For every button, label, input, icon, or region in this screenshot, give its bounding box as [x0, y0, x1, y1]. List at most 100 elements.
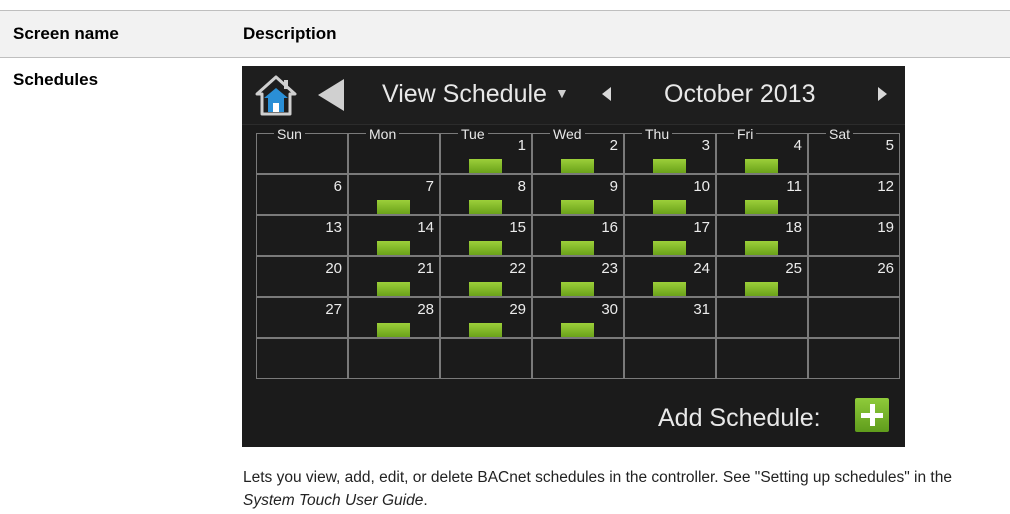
schedule-event-marker[interactable] — [653, 241, 686, 255]
schedule-event-marker[interactable] — [745, 241, 778, 255]
calendar-day-cell[interactable]: 10 — [624, 174, 716, 215]
column-header-description: Description — [243, 24, 337, 43]
schedule-event-marker[interactable] — [469, 200, 502, 214]
row-screen-name: Schedules — [13, 70, 99, 89]
calendar-day-cell[interactable]: 16 — [532, 215, 624, 256]
schedule-event-marker[interactable] — [377, 241, 410, 255]
calendar-day-cell[interactable]: 14 — [348, 215, 440, 256]
weekday-header: Thu — [642, 126, 673, 142]
day-number: 20 — [325, 260, 342, 277]
prev-month-icon[interactable] — [602, 87, 611, 101]
day-number: 26 — [877, 260, 894, 277]
day-number: 5 — [885, 137, 894, 154]
calendar-day-cell[interactable]: 21 — [348, 256, 440, 297]
home-icon[interactable] — [254, 74, 298, 116]
weekday-header: Mon — [366, 126, 400, 142]
calendar-day-cell[interactable]: 23 — [532, 256, 624, 297]
calendar-day-cell[interactable]: 17 — [624, 215, 716, 256]
day-number: 2 — [609, 137, 618, 154]
table-header-rule — [0, 57, 1010, 58]
day-number: 21 — [417, 260, 434, 277]
day-number: 22 — [509, 260, 526, 277]
calendar-day-cell[interactable]: 4 — [716, 133, 808, 174]
calendar-day-cell[interactable] — [532, 338, 624, 379]
calendar-day-cell[interactable]: 18 — [716, 215, 808, 256]
description-text: Lets you view, add, edit, or delete BACn… — [243, 469, 952, 486]
day-number: 10 — [693, 178, 710, 195]
day-number: 3 — [701, 137, 710, 154]
calendar-day-cell[interactable]: 22 — [440, 256, 532, 297]
calendar-day-cell[interactable]: 12 — [808, 174, 900, 215]
calendar-day-cell[interactable]: 27 — [256, 297, 348, 338]
calendar-grid: 1 2 3 4 5 6 7 8 9 10 11 12 13 14 15 16 17 18 19 20 21 22 23 24 2… — [256, 126, 901, 381]
schedule-event-marker[interactable] — [561, 323, 594, 337]
calendar-day-cell[interactable]: 19 — [808, 215, 900, 256]
day-number: 16 — [601, 219, 618, 236]
day-number: 24 — [693, 260, 710, 277]
schedule-event-marker[interactable] — [745, 200, 778, 214]
calendar-day-cell[interactable] — [716, 338, 808, 379]
calendar-day-cell[interactable] — [716, 297, 808, 338]
calendar-day-cell[interactable] — [808, 338, 900, 379]
calendar-day-cell[interactable]: 30 — [532, 297, 624, 338]
guide-title: System Touch User Guide — [243, 492, 424, 509]
calendar-day-cell[interactable] — [808, 297, 900, 338]
calendar-day-cell[interactable]: 7 — [348, 174, 440, 215]
calendar-day-cell[interactable]: 24 — [624, 256, 716, 297]
plus-icon[interactable] — [855, 398, 889, 432]
weekday-header: Wed — [550, 126, 585, 142]
day-number: 17 — [693, 219, 710, 236]
calendar-day-cell[interactable]: 5 — [808, 133, 900, 174]
calendar-day-cell[interactable] — [624, 338, 716, 379]
day-number: 9 — [609, 178, 618, 195]
schedule-event-marker[interactable] — [469, 323, 502, 337]
calendar-day-cell[interactable]: 9 — [532, 174, 624, 215]
view-schedule-dropdown[interactable]: View Schedule ▼ — [382, 80, 569, 109]
weekday-header: Sat — [826, 126, 854, 142]
calendar-day-cell[interactable]: 8 — [440, 174, 532, 215]
calendar-day-cell[interactable]: 25 — [716, 256, 808, 297]
calendar-day-cell[interactable]: 6 — [256, 174, 348, 215]
calendar-day-cell[interactable]: 13 — [256, 215, 348, 256]
row-description: Lets you view, add, edit, or delete BACn… — [243, 466, 1003, 512]
schedule-event-marker[interactable] — [745, 282, 778, 296]
calendar-day-cell[interactable] — [440, 338, 532, 379]
day-number: 14 — [417, 219, 434, 236]
back-arrow-icon[interactable] — [316, 78, 346, 112]
calendar-day-cell[interactable]: 29 — [440, 297, 532, 338]
schedule-event-marker[interactable] — [653, 159, 686, 173]
schedule-event-marker[interactable] — [561, 282, 594, 296]
schedule-event-marker[interactable] — [653, 282, 686, 296]
day-number: 27 — [325, 301, 342, 318]
day-number: 25 — [785, 260, 802, 277]
schedule-event-marker[interactable] — [561, 200, 594, 214]
day-number: 13 — [325, 219, 342, 236]
schedule-event-marker[interactable] — [469, 241, 502, 255]
description-end: . — [423, 492, 428, 509]
schedule-event-marker[interactable] — [377, 323, 410, 337]
schedule-event-marker[interactable] — [745, 159, 778, 173]
day-number: 4 — [793, 137, 802, 154]
schedule-event-marker[interactable] — [469, 282, 502, 296]
view-schedule-label: View Schedule — [382, 80, 547, 108]
chevron-down-icon: ▼ — [554, 85, 569, 101]
calendar-day-cell[interactable]: 26 — [808, 256, 900, 297]
calendar-day-cell[interactable]: 11 — [716, 174, 808, 215]
schedule-event-marker[interactable] — [377, 282, 410, 296]
calendar-day-cell[interactable]: 15 — [440, 215, 532, 256]
calendar-day-cell[interactable]: 31 — [624, 297, 716, 338]
calendar-day-cell[interactable] — [256, 338, 348, 379]
schedule-event-marker[interactable] — [561, 241, 594, 255]
schedule-event-marker[interactable] — [377, 200, 410, 214]
calendar-day-cell[interactable] — [348, 338, 440, 379]
weekday-header: Fri — [734, 126, 757, 142]
schedule-event-marker[interactable] — [469, 159, 502, 173]
weekday-header: Tue — [458, 126, 488, 142]
calendar-day-cell[interactable]: 20 — [256, 256, 348, 297]
schedule-event-marker[interactable] — [561, 159, 594, 173]
calendar-day-cell[interactable]: 28 — [348, 297, 440, 338]
day-number: 19 — [877, 219, 894, 236]
schedule-event-marker[interactable] — [653, 200, 686, 214]
table-header-row — [0, 11, 1010, 57]
next-month-icon[interactable] — [878, 87, 887, 101]
